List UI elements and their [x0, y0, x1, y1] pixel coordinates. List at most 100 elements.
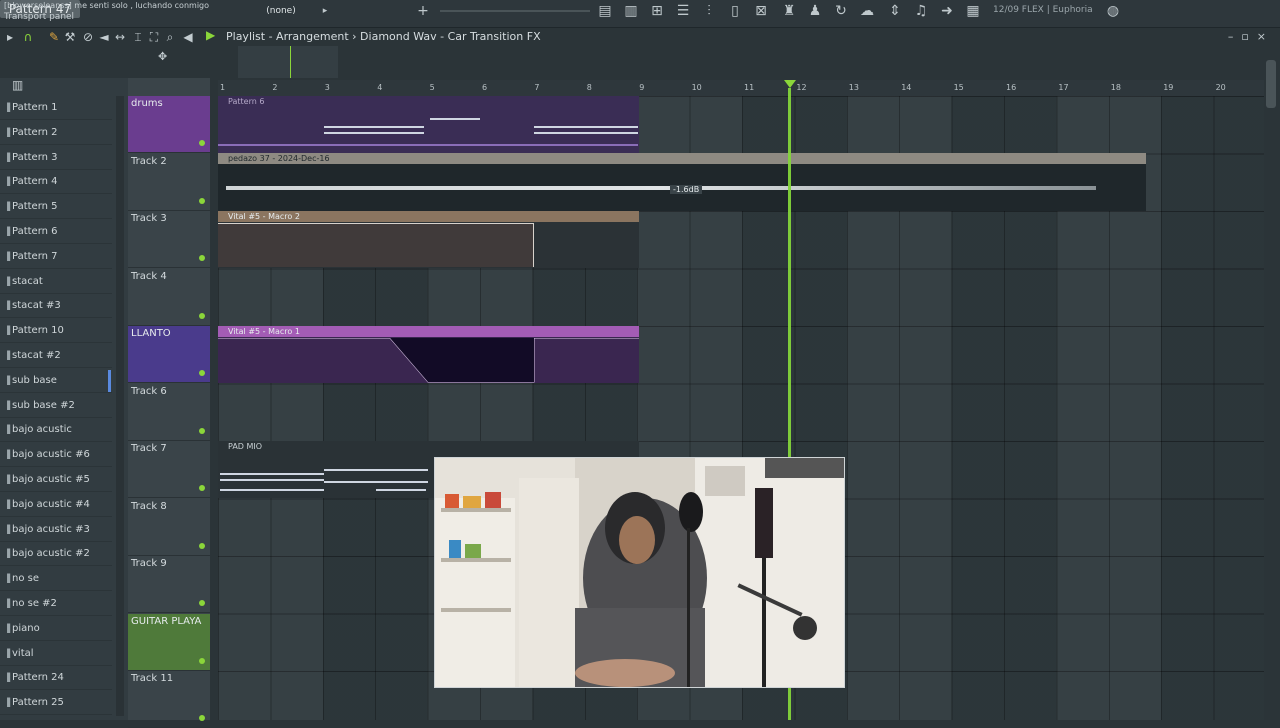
timeline-ruler[interactable]: 1 2 3 4 5 6 7 8 9 10 11 12 13 14 15 16 17 18 19 20: [218, 80, 1264, 96]
clip-pattern6[interactable]: Pattern 6: [218, 96, 639, 153]
track-header[interactable]: Track 2: [128, 154, 210, 211]
slice-icon[interactable]: ⌶: [130, 28, 146, 46]
track-header[interactable]: Track 3: [128, 211, 210, 268]
delete-icon[interactable]: ⊘: [80, 28, 96, 46]
brush-icon[interactable]: ⚒: [62, 28, 78, 46]
track-header[interactable]: LLANTO: [128, 326, 210, 383]
picker-scroll-thumb[interactable]: [108, 370, 111, 392]
track-name[interactable]: Track 9: [131, 558, 167, 569]
browser-icon[interactable]: ▯: [724, 2, 746, 20]
pattern-item[interactable]: ▐ Pattern 2: [0, 121, 112, 145]
track-name[interactable]: Track 7: [131, 443, 167, 454]
playlist-icon[interactable]: ☰: [672, 2, 694, 20]
piano-roll-icon[interactable]: ▥: [620, 2, 642, 20]
track-name[interactable]: Track 2: [131, 156, 167, 167]
pattern-item[interactable]: ▐ sub base #2: [0, 394, 112, 418]
track-enable-led[interactable]: [199, 140, 205, 146]
clip-audio[interactable]: pedazo 37 - 2024-Dec-16 -1.6dB: [218, 153, 1146, 211]
pattern-item[interactable]: ▐ sub base: [0, 369, 112, 393]
view-mixer-icon[interactable]: ▤: [594, 2, 616, 20]
playhead-marker[interactable]: [784, 80, 796, 88]
track-enable-led[interactable]: [199, 485, 205, 491]
pattern-item[interactable]: ▐ Pattern 24: [0, 666, 112, 691]
track-enable-led[interactable]: [199, 197, 205, 204]
picker-scrollbar[interactable]: [116, 96, 124, 716]
track-enable-led[interactable]: [199, 312, 205, 319]
pattern-item[interactable]: ▐ vital: [0, 642, 112, 666]
playlist-scroll-thumb[interactable]: [1266, 60, 1276, 108]
playlist-overview[interactable]: [218, 46, 1264, 78]
add-pattern-icon[interactable]: +: [412, 2, 434, 20]
pattern-item[interactable]: ▐ no se: [0, 567, 112, 592]
pattern-item[interactable]: ▐ stacat: [0, 270, 112, 294]
track-header[interactable]: Track 4: [128, 269, 210, 326]
track-enable-led[interactable]: [199, 427, 205, 434]
playlist-play-icon[interactable]: ▶: [206, 28, 215, 42]
pattern-item[interactable]: ▐ Pattern 7: [0, 245, 112, 269]
track-name[interactable]: GUITAR PLAYA: [131, 616, 201, 627]
pattern-item[interactable]: ▐ Pattern 4: [0, 170, 112, 195]
clip-automation-macro2[interactable]: Vital #5 - Macro 2: [218, 211, 639, 268]
stamp-icon[interactable]: ♟: [804, 2, 826, 20]
pencil-icon[interactable]: ✎: [46, 28, 62, 46]
move-icon[interactable]: ✥: [158, 50, 167, 63]
track-name[interactable]: Track 4: [131, 271, 167, 282]
track-name[interactable]: drums: [131, 98, 163, 109]
loop-icon[interactable]: ↻: [830, 2, 852, 20]
globe-icon[interactable]: ◍: [1102, 2, 1124, 20]
project-icon[interactable]: ⊠: [750, 2, 772, 20]
zoom-icon[interactable]: ⌕: [162, 28, 178, 46]
pattern-item[interactable]: ▐ Pattern 25: [0, 691, 112, 716]
pattern-item[interactable]: ▐ stacat #3: [0, 294, 112, 319]
pattern-item[interactable]: ▐ bajo acustic #3: [0, 518, 112, 542]
magnet-icon[interactable]: ∩: [20, 28, 36, 46]
pattern-item[interactable]: ▐ bajo acustic: [0, 418, 112, 443]
cpu-icon[interactable]: ▦: [962, 2, 984, 20]
playlist-vertical-scrollbar[interactable]: [1264, 46, 1280, 720]
track-name[interactable]: Track 3: [131, 213, 167, 224]
track-name[interactable]: Track 6: [131, 386, 167, 397]
track-name[interactable]: Track 8: [131, 501, 167, 512]
mute-icon[interactable]: ◄: [96, 28, 112, 46]
pattern-item[interactable]: ▐ bajo acustic #5: [0, 468, 112, 492]
track-header[interactable]: Track 9: [128, 556, 210, 613]
pattern-none-selector[interactable]: (none): [256, 4, 306, 18]
mixer-icon[interactable]: ⫶: [698, 2, 720, 20]
track-header[interactable]: Track 8: [128, 499, 210, 556]
window-controls[interactable]: –▫×: [1228, 30, 1274, 43]
pattern-item[interactable]: ▐ bajo acustic #6: [0, 443, 112, 468]
track-enable-led[interactable]: [199, 600, 205, 606]
select-icon[interactable]: ⛶: [146, 28, 162, 46]
pattern-item[interactable]: ▐ bajo acustic #4: [0, 493, 112, 517]
track-header[interactable]: drums: [128, 96, 210, 153]
track-header[interactable]: Track 7: [128, 441, 210, 498]
picker-icon[interactable]: ▥: [12, 78, 23, 92]
cloud-icon[interactable]: ☁: [856, 2, 878, 20]
clip-automation-macro1[interactable]: Vital #5 - Macro 1: [218, 326, 639, 383]
slip-icon[interactable]: ↔: [112, 28, 128, 46]
pattern-item[interactable]: ▐ piano: [0, 617, 112, 641]
pattern-item[interactable]: ▐ Pattern 6: [0, 220, 112, 244]
play-icon[interactable]: ▸: [2, 28, 18, 46]
track-header[interactable]: GUITAR PLAYA: [128, 613, 210, 671]
channel-rack-icon[interactable]: ⊞: [646, 2, 668, 20]
plugin-icon[interactable]: ♜: [778, 2, 800, 20]
pattern-item[interactable]: ▐ Pattern 10: [0, 319, 112, 344]
pattern-item[interactable]: ▐ Pattern 3: [0, 146, 112, 170]
pattern-item[interactable]: ▐ no se #2: [0, 592, 112, 616]
track-enable-led[interactable]: [199, 542, 205, 549]
track-header[interactable]: Track 11: [128, 671, 210, 728]
tempo-slider[interactable]: [440, 10, 590, 12]
pattern-item[interactable]: ▐ bajo acustic #2: [0, 542, 112, 567]
track-enable-led[interactable]: [199, 657, 205, 664]
play-arrow-icon[interactable]: ▸: [314, 2, 336, 20]
track-name[interactable]: Track 11: [131, 673, 173, 684]
forward-icon[interactable]: ➜: [936, 2, 958, 20]
speaker-icon[interactable]: ◀: [180, 28, 196, 46]
track-enable-led[interactable]: [199, 715, 205, 721]
pattern-item[interactable]: ▐ stacat #2: [0, 344, 112, 368]
track-enable-led[interactable]: [199, 255, 205, 261]
overview-window[interactable]: [238, 46, 338, 78]
track-name[interactable]: LLANTO: [131, 328, 171, 339]
microphone-icon[interactable]: ♫: [910, 2, 932, 20]
